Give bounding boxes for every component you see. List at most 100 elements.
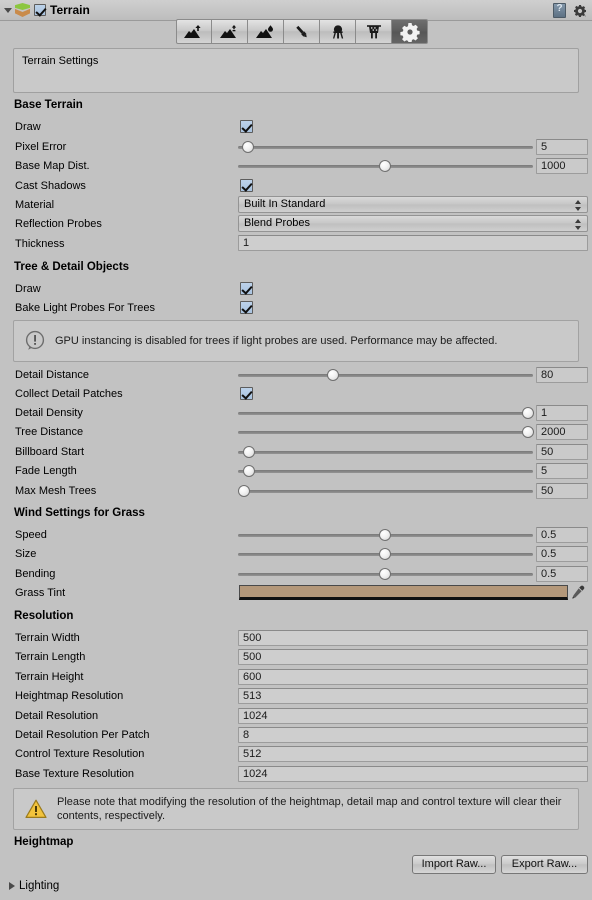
- label-material: Material: [15, 199, 55, 211]
- gpu-instancing-info-text: GPU instancing is disabled for trees if …: [55, 335, 498, 347]
- warning-triangle-icon: [24, 798, 48, 820]
- section-title-wind: Wind Settings for Grass: [14, 507, 145, 519]
- slider-base-map-dist[interactable]: [238, 159, 533, 173]
- label-cast-shadows: Cast Shadows: [15, 180, 86, 192]
- label-terrain-height: Terrain Height: [15, 671, 84, 683]
- section-title-base-terrain: Base Terrain: [14, 99, 83, 111]
- slider-detail-distance[interactable]: [238, 368, 533, 382]
- label-detail-resolution: Detail Resolution: [15, 710, 99, 722]
- value-detail-distance[interactable]: 80: [536, 367, 588, 383]
- raise-lower-terrain-tool[interactable]: [176, 19, 212, 44]
- input-control-texture-resolution[interactable]: 512: [238, 746, 588, 762]
- label-tree-distance: Tree Distance: [15, 426, 84, 438]
- resolution-warning-box: Please note that modifying the resolutio…: [13, 788, 579, 830]
- value-tree-distance[interactable]: 2000: [536, 424, 588, 440]
- help-book-icon[interactable]: [553, 3, 566, 18]
- slider-detail-density[interactable]: [238, 406, 534, 420]
- dropdown-reflection-probes-value: Blend Probes: [244, 217, 311, 229]
- label-thickness: Thickness: [15, 238, 65, 250]
- gear-icon[interactable]: [573, 4, 587, 18]
- gpu-instancing-info-box: GPU instancing is disabled for trees if …: [13, 320, 579, 362]
- dropdown-reflection-probes[interactable]: Blend Probes: [238, 215, 588, 232]
- header-actions: [553, 3, 587, 18]
- value-bending[interactable]: 0.5: [536, 566, 588, 582]
- checkbox-cast-shadows[interactable]: [240, 179, 253, 192]
- label-bending: Bending: [15, 568, 56, 580]
- page-title: Terrain: [50, 3, 90, 17]
- value-billboard-start[interactable]: 50: [536, 444, 588, 460]
- label-collect-detail-patches: Collect Detail Patches: [15, 388, 123, 400]
- lighting-foldout-arrow-icon[interactable]: [9, 882, 15, 890]
- component-foldout-arrow-icon[interactable]: [4, 7, 12, 13]
- label-base-map-dist: Base Map Dist.: [15, 160, 90, 172]
- checkbox-collect-detail-patches[interactable]: [240, 387, 253, 400]
- paint-height-tool[interactable]: [212, 19, 248, 44]
- settings-description-text: Terrain Settings: [22, 55, 99, 67]
- terrain-inspector: Terrain ? Terrain Settings Base Terrain …: [0, 0, 592, 900]
- label-detail-resolution-per-patch: Detail Resolution Per Patch: [15, 729, 150, 741]
- paint-texture-tool[interactable]: [284, 19, 320, 44]
- input-base-texture-resolution[interactable]: 1024: [238, 766, 588, 782]
- import-raw-button[interactable]: Import Raw...: [412, 855, 496, 874]
- label-reflection-probes: Reflection Probes: [15, 218, 102, 230]
- label-billboard-start: Billboard Start: [15, 446, 85, 458]
- slider-tree-distance[interactable]: [238, 425, 534, 439]
- value-speed[interactable]: 0.5: [536, 527, 588, 543]
- slider-speed[interactable]: [238, 528, 533, 542]
- slider-size[interactable]: [238, 547, 533, 561]
- label-speed: Speed: [15, 529, 47, 541]
- slider-billboard-start[interactable]: [238, 445, 533, 459]
- resolution-warning-text: Please note that modifying the resolutio…: [57, 796, 562, 822]
- label-tree-draw: Draw: [15, 283, 41, 295]
- value-pixel-error[interactable]: 5: [536, 139, 588, 155]
- label-base-texture-resolution: Base Texture Resolution: [15, 768, 135, 780]
- paint-details-tool[interactable]: [356, 19, 392, 44]
- value-max-mesh-trees[interactable]: 50: [536, 483, 588, 499]
- terrain-tool-toolbar[interactable]: [176, 19, 428, 44]
- info-circle-icon: [24, 330, 46, 352]
- checkbox-draw[interactable]: [240, 120, 253, 133]
- label-detail-density: Detail Density: [15, 407, 83, 419]
- checkbox-bake-light-probes[interactable]: [240, 301, 253, 314]
- section-title-tree-detail: Tree & Detail Objects: [14, 261, 130, 273]
- slider-pixel-error[interactable]: [238, 140, 533, 154]
- settings-description-box: Terrain Settings: [13, 48, 579, 93]
- label-draw: Draw: [15, 121, 41, 133]
- label-heightmap-resolution: Heightmap Resolution: [15, 690, 124, 702]
- lighting-foldout-label: Lighting: [19, 880, 60, 892]
- value-size[interactable]: 0.5: [536, 546, 588, 562]
- input-terrain-length[interactable]: 500: [238, 649, 588, 665]
- dropdown-material[interactable]: Built In Standard: [238, 196, 588, 213]
- input-terrain-width[interactable]: 500: [238, 630, 588, 646]
- checkbox-tree-draw[interactable]: [240, 282, 253, 295]
- dropdown-material-value: Built In Standard: [244, 198, 326, 210]
- export-raw-button[interactable]: Export Raw...: [501, 855, 588, 874]
- place-trees-tool[interactable]: [320, 19, 356, 44]
- input-heightmap-resolution[interactable]: 513: [238, 688, 588, 704]
- eyedropper-icon[interactable]: [571, 585, 585, 600]
- smooth-height-tool[interactable]: [248, 19, 284, 44]
- label-control-texture-resolution: Control Texture Resolution: [15, 748, 145, 760]
- terrain-settings-tool[interactable]: [392, 19, 428, 44]
- label-size: Size: [15, 548, 37, 560]
- label-pixel-error: Pixel Error: [15, 141, 67, 153]
- slider-fade-length[interactable]: [238, 464, 533, 478]
- input-detail-resolution-per-patch[interactable]: 8: [238, 727, 588, 743]
- value-fade-length[interactable]: 5: [536, 463, 588, 479]
- color-field-grass-tint[interactable]: [239, 585, 568, 600]
- inspector-header: Terrain: [0, 0, 592, 21]
- terrain-icon: [15, 3, 30, 17]
- slider-max-mesh-trees[interactable]: [238, 484, 533, 498]
- slider-bending[interactable]: [238, 567, 533, 581]
- chevron-updown-icon: [575, 219, 582, 230]
- label-bake-light-probes: Bake Light Probes For Trees: [15, 302, 156, 314]
- terrain-enabled-checkbox[interactable]: [34, 4, 46, 16]
- input-detail-resolution[interactable]: 1024: [238, 708, 588, 724]
- value-detail-density[interactable]: 1: [536, 405, 588, 421]
- label-grass-tint: Grass Tint: [15, 587, 66, 599]
- value-base-map-dist[interactable]: 1000: [536, 158, 588, 174]
- label-max-mesh-trees: Max Mesh Trees: [15, 485, 97, 497]
- input-terrain-height[interactable]: 600: [238, 669, 588, 685]
- label-terrain-width: Terrain Width: [15, 632, 80, 644]
- input-thickness[interactable]: 1: [238, 235, 588, 251]
